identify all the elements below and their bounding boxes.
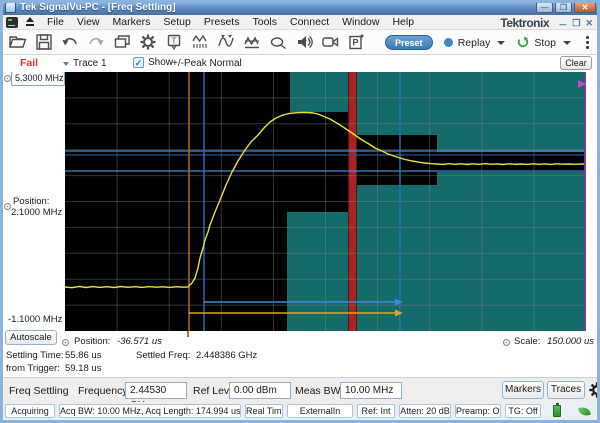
window-title: Tek SignalVu-PC - [Freq Settling] — [20, 2, 176, 13]
vertical-max-field[interactable]: 5.3000 MHz — [11, 71, 65, 86]
menu-bar: File View Markers Setup Presets Tools Co… — [3, 15, 597, 30]
meas-bw-label: Meas BW — [295, 385, 341, 397]
signalvu-window: Tek SignalVu-PC - [Freq Settling] — ❐ ✕ … — [0, 0, 600, 423]
menu-setup[interactable]: Setup — [163, 16, 190, 28]
settling-time-label: Settling Time: — [6, 350, 64, 361]
menu-help[interactable]: Help — [392, 16, 414, 28]
from-trigger-label: from Trigger: — [6, 363, 60, 374]
from-trigger-value: 59.18 us — [65, 363, 102, 374]
touch-icon[interactable] — [267, 32, 288, 53]
vertical-min-label: -1.1000 MHz — [8, 314, 63, 325]
stop-dropdown-icon[interactable] — [563, 40, 571, 45]
undo-icon[interactable] — [59, 32, 80, 53]
waveform-icon[interactable] — [215, 32, 236, 53]
ref-status: Ref: Int — [357, 404, 395, 418]
status-bar: Acquiring Acq BW: 10.00 MHz, Acq Length:… — [3, 402, 597, 420]
meas-bw-field[interactable]: 10.00 MHz — [340, 382, 402, 399]
tektronix-logo: Tektronix — [500, 16, 549, 30]
traces-button[interactable]: Traces — [547, 381, 585, 399]
adjust-knob-icon[interactable] — [4, 203, 11, 210]
measurement-name: Freq Settling — [9, 385, 69, 397]
settled-freq-label: Settled Freq: — [136, 350, 191, 361]
redo-icon[interactable] — [85, 32, 106, 53]
stop-button[interactable]: Stop — [534, 37, 556, 49]
detection-mode-label: +/-Peak Normal — [172, 58, 242, 69]
frequency-field[interactable]: 2.44530 GHz — [125, 382, 187, 411]
h-position-value[interactable]: -36.571 us — [117, 336, 162, 347]
replay-button[interactable]: Replay — [458, 37, 491, 49]
vertical-position-label: Position: — [13, 196, 50, 207]
settings-gear-icon[interactable] — [588, 381, 600, 404]
settling-time-value: 55.86 us — [65, 350, 102, 361]
show-checkbox[interactable]: ✓ — [133, 57, 144, 68]
main-toolbar: T P Preset Replay Stop — [3, 30, 597, 55]
menu-connect[interactable]: Connect — [290, 16, 329, 28]
settling-graph[interactable] — [65, 72, 586, 331]
spectrum-icon[interactable] — [189, 32, 210, 53]
frequency-label: Frequency — [78, 385, 128, 397]
acquire-status: Acquiring — [5, 404, 55, 418]
tg-status: TG: Off — [505, 404, 541, 418]
h-scale-label: Scale: — [514, 336, 541, 347]
status-badge: Fail — [20, 57, 39, 69]
camera-icon[interactable] — [319, 32, 340, 53]
connection-icon — [578, 405, 591, 417]
h-position-label: Position: — [74, 336, 111, 347]
document-icon[interactable] — [6, 16, 18, 28]
trace-selector[interactable]: Trace 1 — [63, 58, 107, 69]
displays-icon[interactable] — [111, 32, 132, 53]
adjust-knob-icon[interactable] — [4, 75, 11, 82]
eject-icon[interactable] — [25, 17, 35, 27]
stop-run-icon — [518, 36, 529, 48]
close-button[interactable]: ✕ — [574, 2, 596, 13]
ref-lev-field[interactable]: 0.00 dBm — [229, 382, 291, 399]
workspace: 5.3000 MHz Position: 2.1000 MHz -1.1000 … — [3, 71, 597, 377]
h-scale-value[interactable]: 150.000 us — [547, 336, 594, 347]
trace-bar: Fail Trace 1 ✓ Show +/-Peak Normal Clear — [3, 55, 597, 72]
maximize-button[interactable]: ❐ — [555, 2, 572, 13]
show-label: Show — [148, 57, 174, 68]
menu-markers[interactable]: Markers — [113, 16, 151, 28]
marker-note-icon[interactable]: T — [163, 32, 184, 53]
settled-freq-value: 2.448386 GHz — [196, 350, 258, 361]
svg-text:P: P — [352, 38, 358, 48]
battery-icon — [553, 403, 561, 417]
menu-tools[interactable]: Tools — [252, 16, 277, 28]
replay-icon — [443, 38, 453, 47]
menu-window[interactable]: Window — [342, 16, 379, 28]
acq-settings: Acq BW: 10.00 MHz, Acq Length: 174.994 u… — [59, 404, 241, 418]
vertical-position-value[interactable]: 2.1000 MHz — [11, 207, 62, 218]
more-options-icon[interactable] — [586, 36, 589, 49]
atten-status: Atten: 20 dB — [399, 404, 451, 418]
adjust-knob-icon[interactable] — [503, 339, 510, 346]
preset-plus-icon[interactable]: P — [345, 32, 366, 53]
preset-button[interactable]: Preset — [384, 35, 433, 50]
audio-icon[interactable] — [293, 32, 314, 53]
preamp-status: Preamp: Off — [455, 404, 501, 418]
save-icon[interactable] — [33, 32, 54, 53]
ref-lev-label: Ref Lev — [193, 385, 230, 397]
clear-button[interactable]: Clear — [560, 56, 592, 70]
adjust-knob-icon[interactable] — [62, 339, 69, 346]
settings-gear-icon[interactable] — [137, 32, 158, 53]
title-bar: Tek SignalVu-PC - [Freq Settling] — ❐ ✕ — [0, 0, 600, 15]
input-source: ExternalIn — [287, 404, 353, 418]
menu-file[interactable]: File — [47, 16, 64, 28]
realtime-status: Real Time — [245, 404, 283, 418]
chevron-down-icon — [63, 61, 69, 66]
time-overview-icon[interactable] — [241, 32, 262, 53]
menu-view[interactable]: View — [77, 16, 100, 28]
open-icon[interactable] — [7, 32, 28, 53]
minimize-button[interactable]: — — [536, 2, 553, 13]
markers-button[interactable]: Markers — [502, 381, 544, 399]
replay-dropdown-icon[interactable] — [497, 40, 506, 45]
svg-text:T: T — [171, 37, 176, 46]
menu-presets[interactable]: Presets — [204, 16, 240, 28]
app-icon — [5, 2, 16, 13]
measurement-bar: Freq Settling Frequency 2.44530 GHz Ref … — [3, 377, 600, 411]
